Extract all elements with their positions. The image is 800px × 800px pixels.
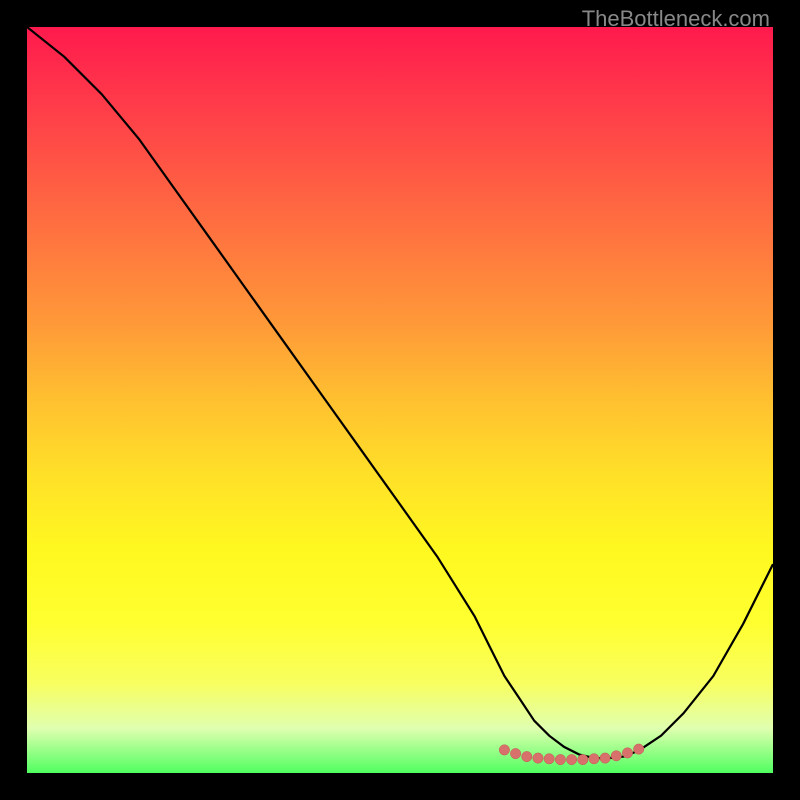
highlight-dot bbox=[578, 754, 588, 764]
highlight-dot bbox=[611, 751, 621, 761]
highlight-dot bbox=[589, 754, 599, 764]
highlight-dot bbox=[522, 751, 532, 761]
watermark-text: TheBottleneck.com bbox=[582, 6, 770, 32]
highlight-dot bbox=[634, 744, 644, 754]
highlight-dot bbox=[566, 754, 576, 764]
highlight-dot bbox=[499, 745, 509, 755]
highlight-dot bbox=[622, 748, 632, 758]
chart-svg bbox=[27, 27, 773, 773]
highlight-dots bbox=[499, 744, 644, 765]
highlight-dot bbox=[555, 754, 565, 764]
highlight-dot bbox=[533, 753, 543, 763]
bottleneck-curve bbox=[27, 27, 773, 758]
highlight-dot bbox=[510, 748, 520, 758]
highlight-dot bbox=[600, 753, 610, 763]
chart-plot-area bbox=[27, 27, 773, 773]
highlight-dot bbox=[544, 754, 554, 764]
